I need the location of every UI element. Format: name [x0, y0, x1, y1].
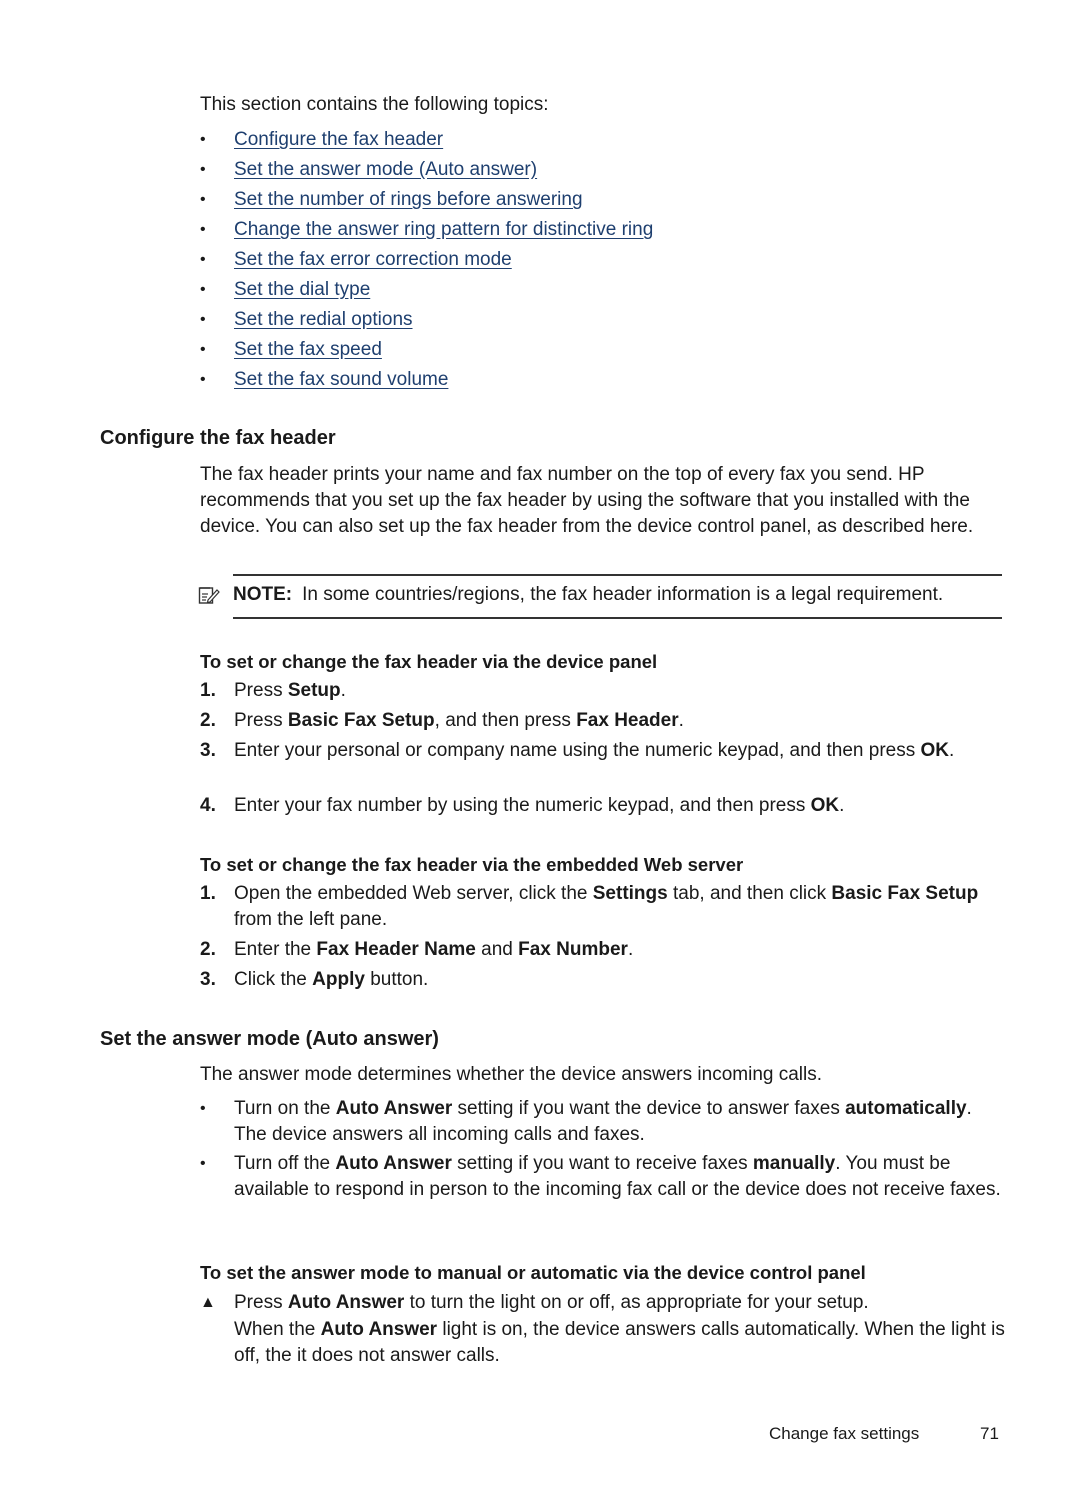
- bullet-text: setting if you want to receive faxes: [451, 1153, 753, 1174]
- step-text: .: [949, 740, 955, 761]
- topic-link-error-correction[interactable]: Set the fax error correction mode: [234, 248, 512, 272]
- step-bold: Setup: [287, 680, 341, 701]
- topic-link-redial-options[interactable]: Set the redial options: [234, 308, 413, 332]
- step-number: 3.: [200, 740, 216, 761]
- step-number: 2.: [200, 710, 216, 731]
- step-text: button.: [364, 969, 429, 990]
- procedure-title-device-panel: To set or change the fax header via the …: [200, 651, 658, 672]
- section2-body: The answer mode determines whether the d…: [200, 1064, 823, 1085]
- bullet: •: [200, 341, 206, 358]
- bullet: •: [200, 251, 206, 268]
- note-pencil-icon: [198, 587, 220, 604]
- step-bold: Fax Header Name: [316, 939, 476, 960]
- note-text: In some countries/regions, the fax heade…: [302, 584, 944, 605]
- bullet-bold: Auto Answer: [335, 1153, 452, 1174]
- page-number: 71: [980, 1424, 999, 1443]
- bullet-text: Turn on the: [234, 1098, 336, 1119]
- bullet: •: [200, 191, 206, 208]
- bullet-bold: Auto Answer: [335, 1098, 453, 1119]
- note-label: NOTE:: [233, 584, 293, 605]
- step-text: and: [475, 939, 519, 960]
- step: 2. Enter the Fax Header Name and Fax Num…: [200, 937, 1005, 963]
- step-text: Open the embedded Web server, click the: [234, 883, 593, 904]
- step-number: 3.: [200, 969, 216, 990]
- bullet: •: [200, 131, 206, 148]
- intro-text: This section contains the following topi…: [200, 94, 549, 115]
- section-heading-configure-fax-header: Configure the fax header: [100, 427, 336, 449]
- result-bold: Auto Answer: [320, 1319, 438, 1340]
- step-number: 2.: [200, 939, 216, 960]
- step-bold: OK: [810, 795, 840, 816]
- step-text: tab, and then click: [667, 883, 832, 904]
- step: 1. Open the embedded Web server, click t…: [200, 881, 1005, 933]
- step-text: .: [678, 710, 684, 731]
- bullet-item: • Turn off the Auto Answer setting if yo…: [200, 1151, 1005, 1203]
- step-text: .: [627, 939, 634, 960]
- bullet: •: [200, 221, 206, 238]
- topic-link-answer-mode[interactable]: Set the answer mode (Auto answer): [234, 158, 537, 182]
- step-result: When the Auto Answer light is on, the de…: [200, 1317, 1005, 1369]
- procedure-title-answer-mode: To set the answer mode to manual or auto…: [200, 1262, 866, 1283]
- step-bold: Basic Fax Setup: [287, 710, 435, 731]
- section-heading-answer-mode: Set the answer mode (Auto answer): [100, 1028, 439, 1050]
- step: ▲ Press Auto Answer to turn the light on…: [200, 1290, 1005, 1316]
- step-text: Enter your personal or company name usin…: [234, 740, 921, 761]
- step: 4. Enter your fax number by using the nu…: [200, 793, 1005, 819]
- bullet: •: [200, 1100, 206, 1117]
- step-bold: Fax Number: [518, 939, 628, 960]
- step-number: 1.: [200, 883, 216, 904]
- topic-link-number-of-rings[interactable]: Set the number of rings before answering: [234, 188, 583, 212]
- step-bold: Basic Fax Setup: [831, 883, 979, 904]
- step-text: Click the: [234, 969, 313, 990]
- step-text: .: [340, 680, 346, 701]
- step-text: Enter the: [234, 939, 317, 960]
- step-text: Press: [234, 1292, 288, 1313]
- step-text: Press: [234, 710, 288, 731]
- topic-link-sound-volume[interactable]: Set the fax sound volume: [234, 368, 448, 392]
- bullet: •: [200, 1155, 206, 1172]
- step-text: , and then press: [434, 710, 577, 731]
- step-text: from the left pane.: [234, 909, 388, 930]
- bullet: •: [200, 161, 206, 178]
- topic-link-distinctive-ring[interactable]: Change the answer ring pattern for disti…: [234, 218, 653, 242]
- bullet: •: [200, 281, 206, 298]
- step-text: to turn the light on or off, as appropri…: [404, 1292, 869, 1313]
- topic-link-dial-type[interactable]: Set the dial type: [234, 278, 370, 302]
- step-text: Enter your fax number by using the numer…: [234, 795, 811, 816]
- result-text: When the: [234, 1319, 321, 1340]
- bullet-item: • Turn on the Auto Answer setting if you…: [200, 1096, 1005, 1148]
- topic-link-fax-speed[interactable]: Set the fax speed: [234, 338, 382, 362]
- step: 3. Enter your personal or company name u…: [200, 738, 1005, 764]
- procedure-title-web-server: To set or change the fax header via the …: [200, 854, 744, 875]
- bullet-bold: automatically: [845, 1098, 967, 1119]
- step-number: 4.: [200, 795, 216, 816]
- bullet: •: [200, 371, 206, 388]
- bullet: •: [200, 311, 206, 328]
- note: NOTE: In some countries/regions, the fax …: [233, 584, 943, 606]
- bullet-text: setting if you want the device to answer…: [452, 1098, 846, 1119]
- section1-body: The fax header prints your name and fax …: [200, 464, 974, 537]
- bullet-text: Turn off the: [234, 1153, 336, 1174]
- bullet-bold: manually: [752, 1153, 836, 1174]
- step-bold: Fax Header: [576, 710, 679, 731]
- step-text: Press: [234, 680, 288, 701]
- topic-link-configure-fax-header[interactable]: Configure the fax header: [234, 128, 443, 152]
- step: 3. Click the Apply button.: [200, 967, 1005, 993]
- step-bold: Auto Answer: [287, 1292, 405, 1313]
- step: 2. Press Basic Fax Setup, and then press…: [200, 708, 1005, 734]
- step-bold: OK: [920, 740, 950, 761]
- footer-section-title: Change fax settings: [769, 1424, 920, 1443]
- step-text: .: [839, 795, 845, 816]
- step: 1. Press Setup.: [200, 678, 1005, 704]
- step-number: 1.: [200, 680, 216, 701]
- step-bold: Apply: [312, 969, 365, 990]
- step-bold: Settings: [592, 883, 668, 904]
- triangle-marker-icon: ▲: [200, 1294, 216, 1311]
